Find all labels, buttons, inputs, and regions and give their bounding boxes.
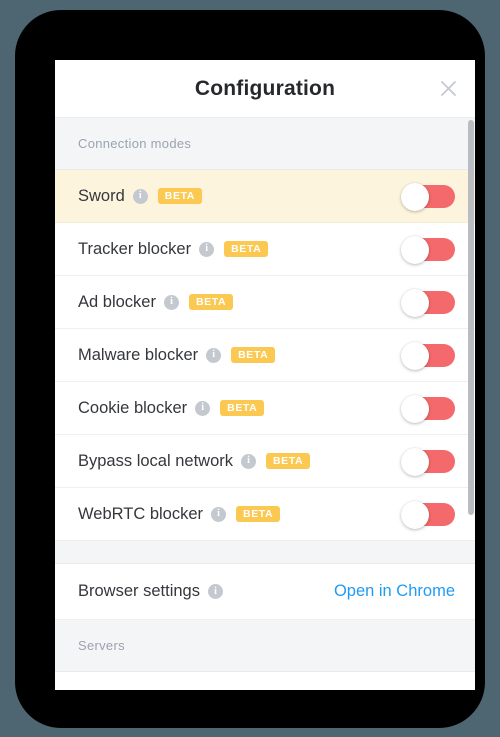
row-left: Browser settings i bbox=[78, 582, 334, 601]
row-left: Malware blocker i BETA bbox=[78, 346, 401, 365]
setting-row-sword[interactable]: Sword i BETA bbox=[55, 170, 475, 223]
beta-badge: BETA bbox=[188, 293, 234, 311]
setting-label: Sword bbox=[78, 186, 125, 205]
toggle-cookie-blocker[interactable] bbox=[401, 395, 455, 423]
toggle-bypass-local-network[interactable] bbox=[401, 448, 455, 476]
toggle-tracker-blocker[interactable] bbox=[401, 236, 455, 264]
toggle-knob bbox=[401, 342, 429, 370]
info-icon[interactable]: i bbox=[211, 506, 227, 522]
row-left: Tracker blocker i BETA bbox=[78, 240, 401, 259]
vertical-scrollbar-track[interactable] bbox=[467, 118, 475, 690]
toggle-ad-blocker[interactable] bbox=[401, 289, 455, 317]
toggle-knob bbox=[401, 183, 429, 211]
beta-badge: BETA bbox=[224, 240, 269, 258]
open-in-chrome-link[interactable]: Open in Chrome bbox=[334, 582, 455, 601]
group-separator bbox=[55, 541, 475, 564]
page-title: Configuration bbox=[194, 76, 336, 100]
info-icon[interactable]: i bbox=[132, 188, 148, 204]
info-icon[interactable]: i bbox=[241, 453, 256, 469]
setting-row-cookie-blocker[interactable]: Cookie blocker i BETA bbox=[55, 382, 475, 435]
setting-row-ad-blocker[interactable]: Ad blocker i BETA bbox=[55, 276, 475, 329]
row-left: Bypass local network i BETA bbox=[78, 452, 401, 471]
setting-row-browser-settings[interactable]: Browser settings i Open in Chrome bbox=[55, 564, 475, 620]
setting-row-malware-blocker[interactable]: Malware blocker i BETA bbox=[55, 329, 475, 382]
setting-label: Ad blocker bbox=[78, 292, 156, 311]
info-icon[interactable]: i bbox=[195, 400, 211, 416]
toggle-knob bbox=[401, 395, 429, 423]
section-header-servers: Servers bbox=[55, 620, 475, 672]
section-header-connection-modes: Connection modes bbox=[55, 118, 475, 170]
section-header-label: Servers bbox=[78, 638, 125, 653]
setting-row-webrtc-blocker[interactable]: WebRTC blocker i BETA bbox=[55, 488, 475, 541]
setting-label: Malware blocker bbox=[78, 345, 199, 364]
beta-badge: BETA bbox=[231, 346, 276, 364]
toggle-knob bbox=[401, 448, 429, 476]
toggle-knob bbox=[401, 501, 429, 529]
info-icon[interactable]: i bbox=[199, 241, 215, 257]
app-screen: Configuration Connection modes Sword i B… bbox=[55, 60, 475, 690]
row-left: WebRTC blocker i BETA bbox=[78, 505, 401, 524]
info-icon[interactable]: i bbox=[207, 584, 223, 599]
settings-list: Connection modes Sword i BETA Tracker bl… bbox=[55, 117, 475, 690]
close-icon[interactable] bbox=[435, 76, 461, 102]
info-icon[interactable]: i bbox=[163, 294, 179, 310]
toggle-sword[interactable] bbox=[401, 183, 455, 211]
beta-badge: BETA bbox=[220, 399, 265, 417]
row-left: Cookie blocker i BETA bbox=[78, 399, 401, 418]
setting-label: WebRTC blocker bbox=[78, 504, 204, 523]
beta-badge: BETA bbox=[157, 187, 202, 205]
setting-label: Cookie blocker bbox=[78, 398, 188, 417]
toggle-knob bbox=[401, 236, 429, 264]
beta-badge: BETA bbox=[266, 452, 311, 470]
setting-row-server-partial[interactable] bbox=[55, 672, 475, 690]
setting-row-tracker-blocker[interactable]: Tracker blocker i BETA bbox=[55, 223, 475, 276]
setting-label: Bypass local network bbox=[78, 451, 233, 470]
toggle-knob bbox=[401, 289, 429, 317]
beta-badge: BETA bbox=[236, 505, 281, 523]
row-left: Sword i BETA bbox=[78, 187, 401, 206]
phone-frame: Configuration Connection modes Sword i B… bbox=[15, 10, 485, 728]
info-icon[interactable]: i bbox=[206, 347, 222, 363]
vertical-scrollbar-thumb[interactable] bbox=[468, 120, 474, 515]
toggle-malware-blocker[interactable] bbox=[401, 342, 455, 370]
setting-row-bypass-local-network[interactable]: Bypass local network i BETA bbox=[55, 435, 475, 488]
setting-label: Tracker blocker bbox=[78, 239, 192, 258]
row-left: Ad blocker i BETA bbox=[78, 293, 401, 312]
setting-label: Browser settings bbox=[78, 582, 200, 600]
modal-header: Configuration bbox=[55, 60, 475, 117]
toggle-webrtc-blocker[interactable] bbox=[401, 501, 455, 529]
section-header-label: Connection modes bbox=[78, 136, 192, 151]
